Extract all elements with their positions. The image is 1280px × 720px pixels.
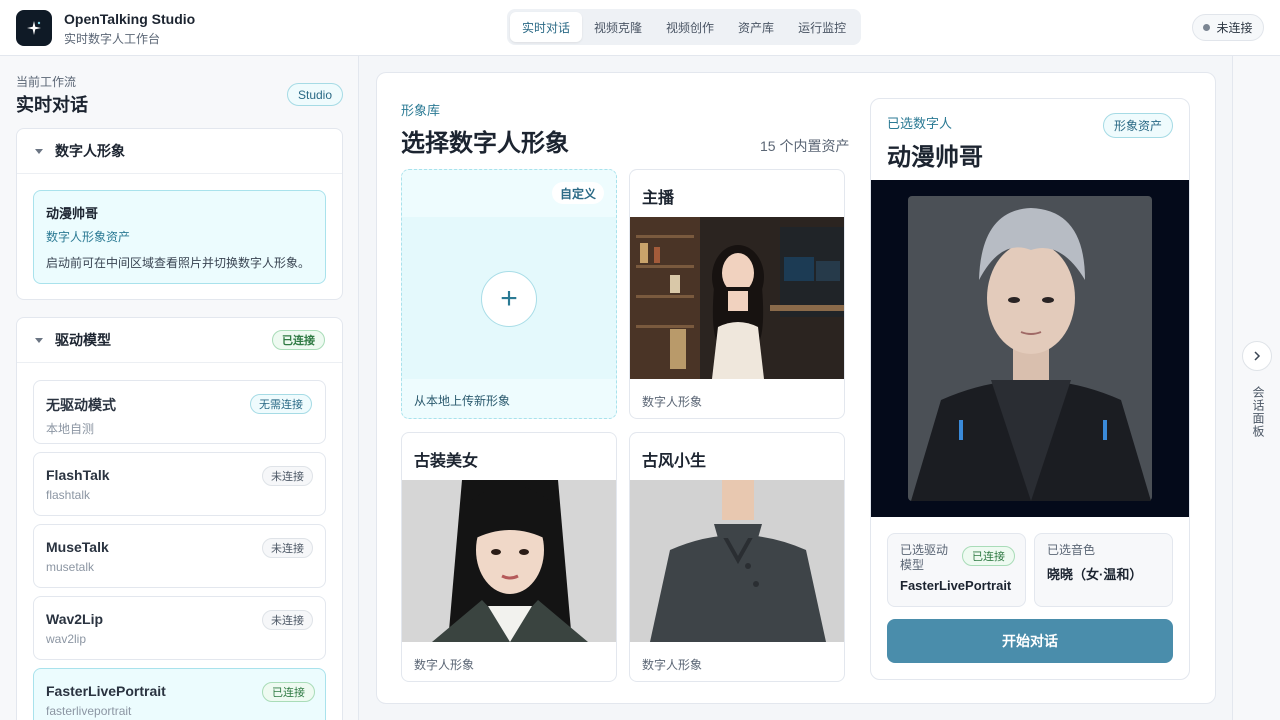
model-item-none[interactable]: 无驱动模式 本地自测 无需连接 [33,380,326,444]
library-title: 选择数字人形象 [401,130,569,157]
model-status-badge: 未连接 [262,538,313,558]
tab-video-clone[interactable]: 视频克隆 [582,12,654,42]
app-subtitle: 实时数字人工作台 [64,32,161,46]
main-nav: 实时对话 视频克隆 视频创作 资产库 运行监控 [507,9,862,45]
avatar-hint: 启动前可在中间区域查看照片并切换数字人形象。 [46,256,311,270]
model-status-badge: 未连接 [262,466,313,486]
upload-tile-header: 自定义 [402,170,616,217]
app-name: OpenTalking Studio [64,11,196,27]
model-id: wav2lip [46,632,87,646]
top-bar: OpenTalking Studio 实时数字人工作台 实时对话 视频克隆 视频… [0,0,1280,56]
sparkle-icon [27,21,41,35]
selected-avatar-name: 动漫帅哥 [46,206,99,221]
chevron-down-icon [35,148,43,154]
tile-type: 数字人形象 [642,658,703,672]
selected-model-label: 已选驱动模型 [900,543,949,572]
session-panel-rail: 会话面板 [1232,56,1280,720]
model-status-badge: 无需连接 [250,394,312,414]
plus-icon[interactable]: + [481,271,537,327]
selected-avatar-title: 动漫帅哥 [887,144,983,171]
model-section-title: 驱动模型 [55,332,111,348]
avatar-photo [630,217,844,379]
selected-model-card: 已选驱动模型 已连接 FasterLivePortrait [887,533,1026,607]
selected-avatar-panel: 已选数字人 动漫帅哥 形象资产 已选驱动模型 已连接 FasterLivePor… [870,98,1190,680]
model-id: fasterliveportrait [46,704,132,718]
expand-panel-button[interactable] [1242,341,1272,371]
selected-avatar-type: 数字人形象资产 [46,230,131,244]
model-id: flashtalk [46,488,91,502]
model-item-wav2lip[interactable]: Wav2Lip wav2lip 未连接 [33,596,326,660]
library-count: 15 个内置资产 [760,138,850,154]
session-panel-label[interactable]: 会话面板 [1250,386,1265,438]
tile-type: 数字人形象 [642,395,703,409]
start-chat-button[interactable]: 开始对话 [887,619,1173,663]
avatar-section-title: 数字人形象 [55,143,125,159]
asset-type-badge: 形象资产 [1103,113,1174,138]
library-label: 形象库 [401,103,441,118]
selected-model-status: 已连接 [962,546,1015,566]
studio-badge: Studio [287,83,343,106]
custom-tag: 自定义 [551,182,604,204]
tile-type: 数字人形象 [414,658,475,672]
selected-label: 已选数字人 [887,116,953,131]
left-sidebar: 当前工作流 实时对话 Studio 数字人形象 动漫帅哥 数字人形象资产 启动前… [0,56,359,720]
model-item-fasterliveportrait[interactable]: FasterLivePortrait fasterliveportrait 已连… [33,668,326,720]
model-section: 驱动模型 已连接 无驱动模式 本地自测 无需连接 FlashTalk flash… [16,317,343,720]
selected-voice-label: 已选音色 [1047,543,1096,557]
status-dot-icon [1203,24,1211,31]
model-status-badge: 未连接 [262,610,313,630]
avatar-photo [402,480,616,642]
model-item-flashtalk[interactable]: FlashTalk flashtalk 未连接 [33,452,326,516]
avatar-section: 数字人形象 动漫帅哥 数字人形象资产 启动前可在中间区域查看照片并切换数字人形象… [16,128,343,300]
selected-voice-value: 晓晓（女·温和） [1047,567,1143,582]
tab-runtime-monitor[interactable]: 运行监控 [786,12,858,42]
chevron-down-icon [35,337,43,343]
connection-status[interactable]: 未连接 [1192,14,1264,41]
tile-name: 古装美女 [414,453,479,470]
tile-name: 古风小生 [642,453,707,470]
workflow-title: 实时对话 [16,95,88,115]
avatar-photo [630,480,844,642]
connection-status-label: 未连接 [1216,21,1253,35]
avatar-section-header[interactable]: 数字人形象 [17,129,342,174]
model-section-header[interactable]: 驱动模型 已连接 [17,318,342,363]
selected-voice-card: 已选音色 晓晓（女·温和） [1034,533,1173,607]
tab-asset-library[interactable]: 资产库 [726,12,786,42]
avatar-tile-ancient-beauty[interactable]: 古装美女 数字人形象 [401,432,617,682]
upload-avatar-tile[interactable]: 自定义 + 从本地上传新形象 [401,169,617,419]
app-logo [16,10,52,46]
tile-name: 主播 [642,190,675,207]
tab-video-create[interactable]: 视频创作 [654,12,726,42]
model-section-status-badge: 已连接 [272,330,325,350]
model-item-musetalk[interactable]: MuseTalk musetalk 未连接 [33,524,326,588]
selected-avatar-preview [871,180,1189,517]
workflow-label: 当前工作流 [16,75,77,89]
main-panel: 形象库 选择数字人形象 15 个内置资产 自定义 + 从本地上传新形象 主播 数… [376,72,1216,704]
selected-avatar-card[interactable]: 动漫帅哥 数字人形象资产 启动前可在中间区域查看照片并切换数字人形象。 [33,190,326,284]
model-id: 本地自测 [46,422,95,436]
model-status-badge: 已连接 [262,682,315,702]
chevron-right-icon [1254,351,1261,361]
avatar-tile-streamer[interactable]: 主播 数字人形象 [629,169,845,419]
selected-model-value: FasterLivePortrait [900,578,1012,593]
avatar-tile-ancient-scholar[interactable]: 古风小生 数字人形象 [629,432,845,682]
model-id: musetalk [46,560,95,574]
tab-realtime-chat[interactable]: 实时对话 [510,12,583,42]
upload-caption: 从本地上传新形象 [402,379,616,418]
